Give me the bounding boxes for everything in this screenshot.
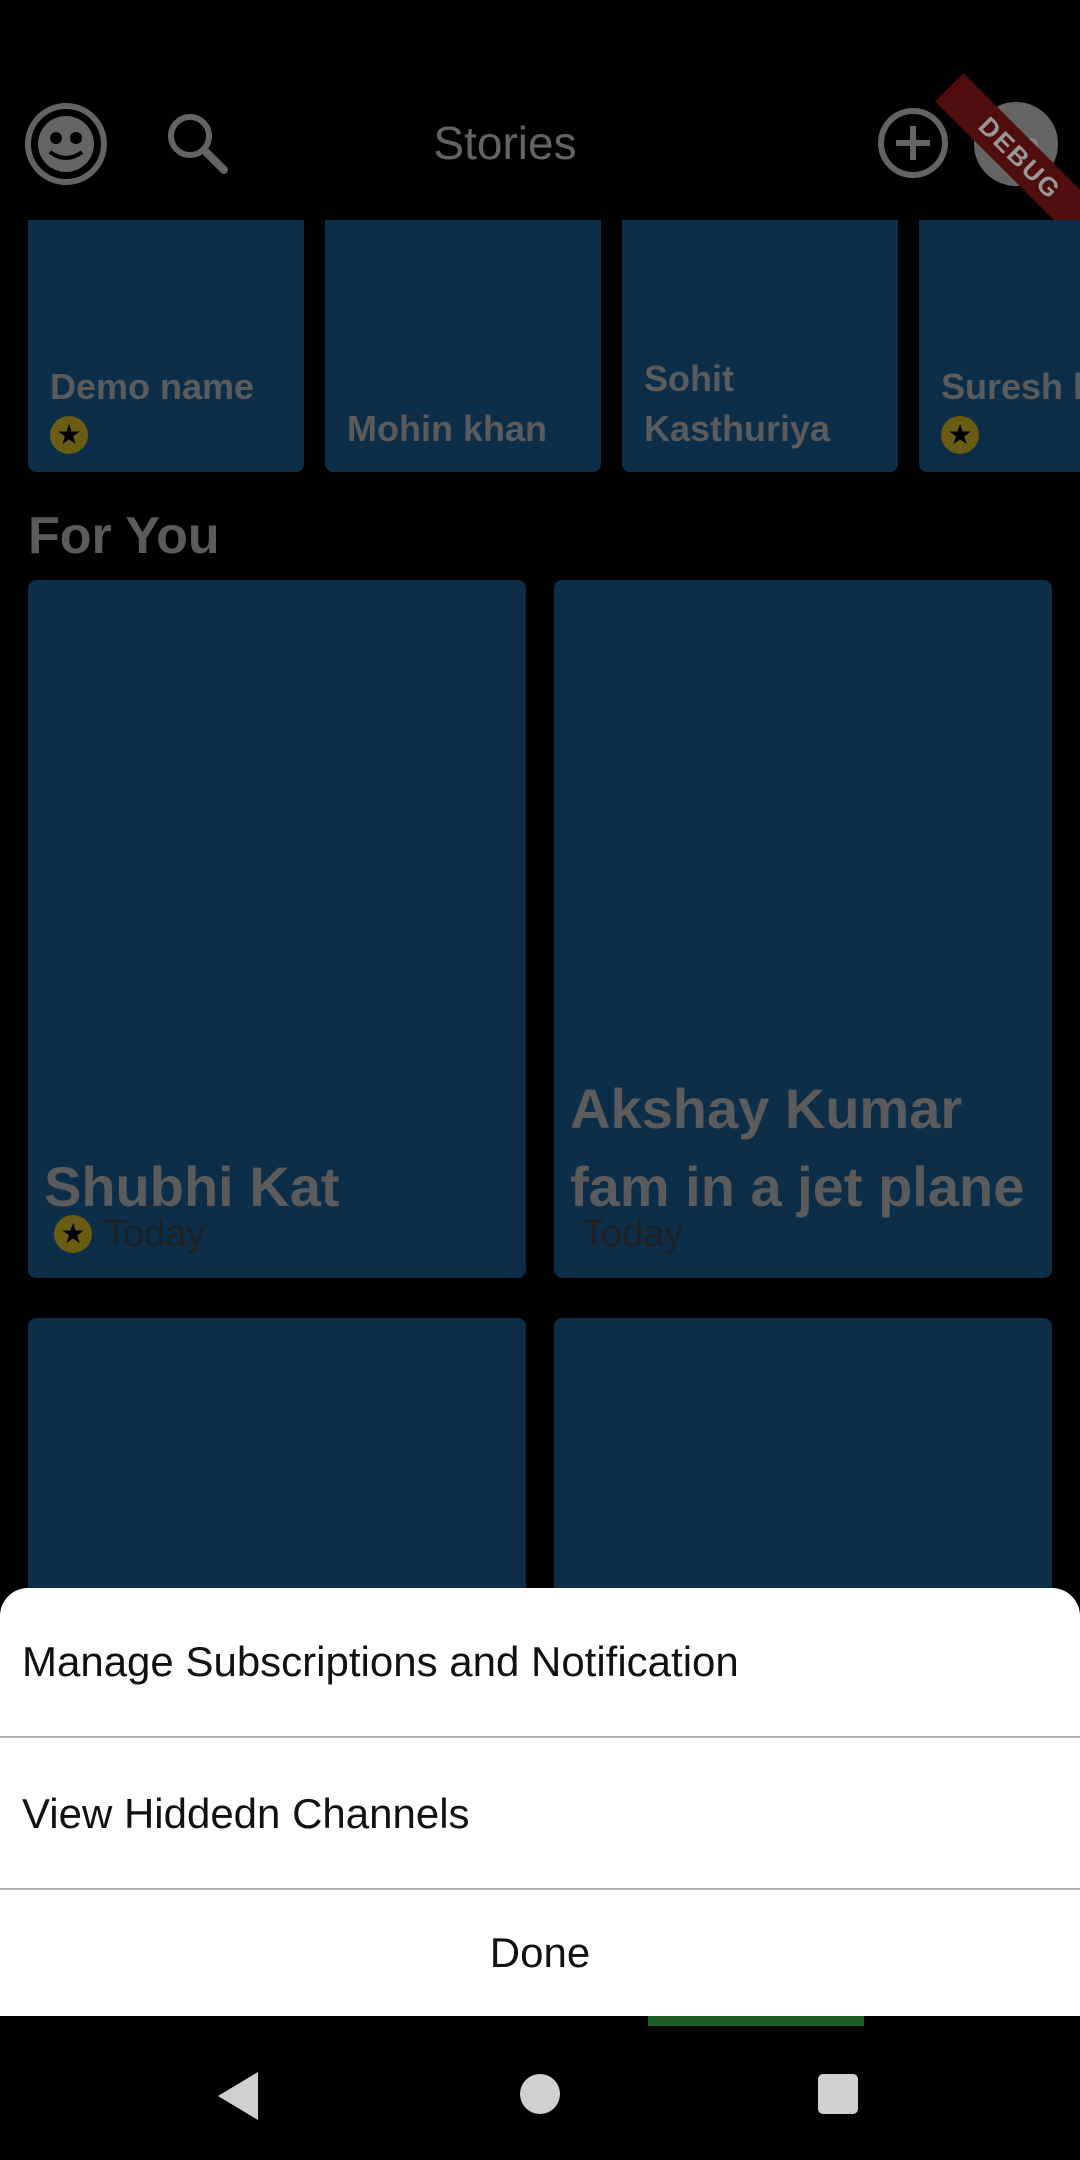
app-screen: Stories DEBUG Demo name ★ Mohin khan Soh… bbox=[0, 0, 1080, 2016]
bottom-sheet: Manage Subscriptions and Notification Vi… bbox=[0, 1588, 1080, 2016]
progress-indicator bbox=[648, 2016, 864, 2026]
view-hidden-channels-option[interactable]: View Hiddedn Channels bbox=[0, 1740, 1080, 1890]
home-icon[interactable] bbox=[520, 2074, 560, 2114]
recents-icon[interactable] bbox=[818, 2074, 858, 2114]
manage-subscriptions-option[interactable]: Manage Subscriptions and Notification bbox=[0, 1588, 1080, 1738]
back-icon[interactable] bbox=[218, 2072, 258, 2120]
done-button[interactable]: Done bbox=[0, 1890, 1080, 2016]
